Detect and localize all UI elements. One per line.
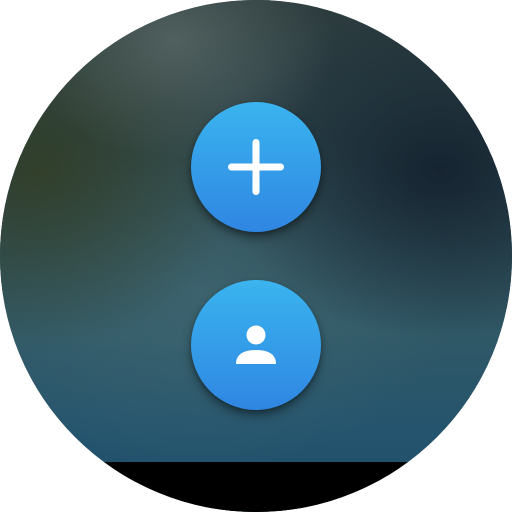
add-button[interactable]: [191, 102, 321, 232]
plus-icon: [228, 139, 284, 195]
watch-screen: [0, 0, 512, 512]
person-icon: [236, 325, 276, 364]
bottom-chin: [0, 462, 512, 512]
blurred-wallpaper: [0, 0, 512, 512]
contact-button[interactable]: [191, 280, 321, 410]
